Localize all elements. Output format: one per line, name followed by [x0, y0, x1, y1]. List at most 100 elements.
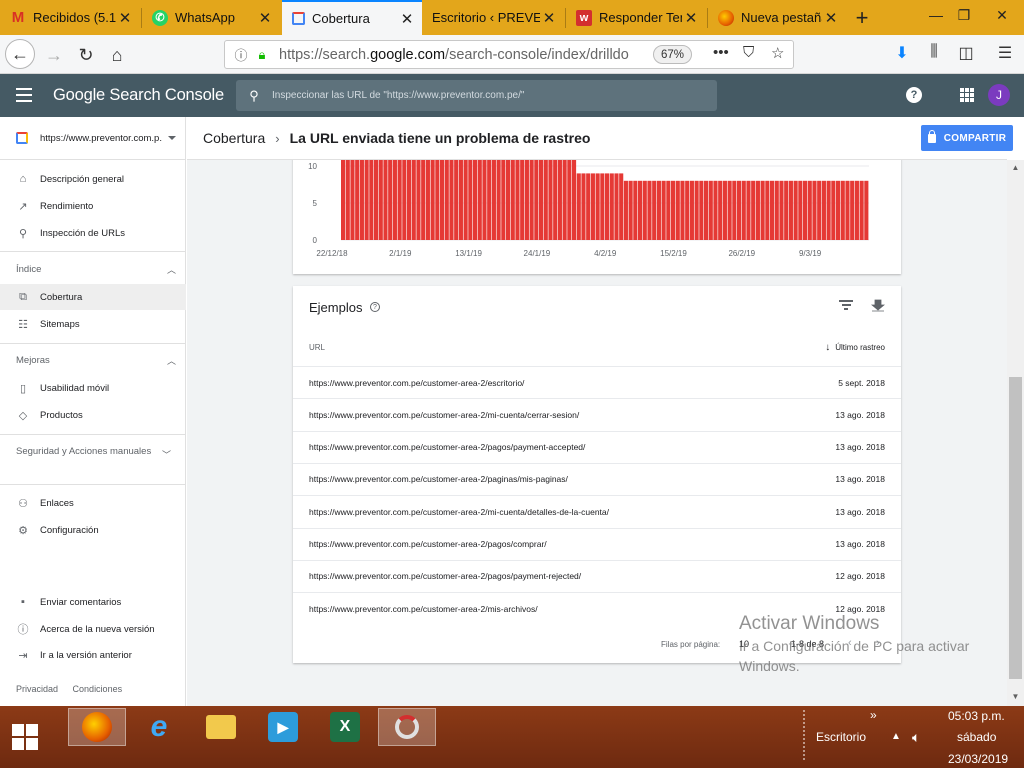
sidebar-item-coverage[interactable]: ⧉ Cobertura	[0, 284, 186, 310]
tray-up-icon[interactable]: ▲	[891, 731, 901, 742]
row-url[interactable]: https://www.preventor.com.pe/customer-ar…	[309, 539, 835, 549]
sidebar-item-mobile-usability[interactable]: ▯ Usabilidad móvil	[0, 375, 186, 401]
avatar[interactable]: J	[988, 84, 1010, 106]
sidebar-icon[interactable]: ◫	[954, 43, 978, 63]
scroll-up-icon[interactable]: ▲	[1010, 163, 1021, 172]
tab-whatsapp[interactable]: ✆ WhatsApp ✕	[142, 0, 280, 35]
table-row[interactable]: https://www.preventor.com.pe/customer-ar…	[293, 495, 901, 527]
sidebar-item-feedback[interactable]: ▪ Enviar comentarios	[0, 589, 186, 615]
sidebar-item-products[interactable]: ◇ Productos	[0, 402, 186, 428]
scrollbar-thumb[interactable]	[1009, 377, 1022, 679]
back-button[interactable]: ←	[5, 39, 35, 69]
tab-gmail[interactable]: M Recibidos (5.19 ✕	[0, 0, 140, 35]
table-row[interactable]: https://www.preventor.com.pe/customer-ar…	[293, 430, 901, 463]
sidebar-item-sitemaps[interactable]: ☷ Sitemaps	[0, 311, 186, 337]
property-selector[interactable]: https://www.preventor.com.p...	[0, 117, 186, 160]
table-row[interactable]: https://www.preventor.com.pe/customer-ar…	[293, 366, 901, 398]
pocket-icon[interactable]: ⛉	[743, 44, 754, 61]
table-row[interactable]: https://www.preventor.com.pe/customer-ar…	[293, 559, 901, 592]
download-icon[interactable]	[871, 298, 885, 312]
breadcrumb-parent[interactable]: Cobertura	[203, 130, 265, 146]
row-url[interactable]: https://www.preventor.com.pe/customer-ar…	[309, 474, 835, 484]
table-row[interactable]: https://www.preventor.com.pe/customer-ar…	[293, 462, 901, 495]
share-button[interactable]: COMPARTIR	[921, 125, 1013, 151]
sidebar-item-settings[interactable]: ⚙ Configuración	[0, 517, 186, 543]
privacy-link[interactable]: Privacidad	[16, 684, 58, 694]
filter-icon[interactable]	[839, 300, 853, 312]
desktop-toolbar-label[interactable]: Escritorio	[816, 730, 866, 744]
sidebar-item-about[interactable]: ⓘ Acerca de la nueva versión	[0, 616, 186, 642]
clock-date[interactable]: 23/03/2019	[948, 752, 1008, 766]
url-bar[interactable]: ⓘ 🔒︎ https://search.google.com/search-co…	[224, 40, 794, 69]
table-row[interactable]: https://www.preventor.com.pe/customer-ar…	[293, 527, 901, 560]
reload-button[interactable]: ↻	[72, 41, 100, 69]
help-icon[interactable]: ?	[906, 87, 922, 103]
app-logo[interactable]: Google Search Console	[53, 86, 224, 105]
more-icon[interactable]: •••	[713, 44, 729, 61]
close-window-button[interactable]: ✕	[984, 0, 1020, 30]
row-url[interactable]: https://www.preventor.com.pe/customer-ar…	[309, 378, 838, 388]
taskbar-excel[interactable]: X	[316, 708, 374, 746]
close-icon[interactable]: ✕	[116, 9, 134, 27]
close-icon[interactable]: ✕	[822, 9, 840, 27]
chart-bar	[760, 180, 765, 240]
home-button[interactable]: ⌂	[103, 41, 131, 69]
zoom-indicator[interactable]: 67%	[653, 45, 693, 64]
taskbar-firefox[interactable]	[68, 708, 126, 746]
chevron-down-icon[interactable]: ﹀	[162, 448, 171, 461]
row-url[interactable]: https://www.preventor.com.pe/customer-ar…	[309, 571, 835, 581]
volume-icon[interactable]: 🔈︎	[912, 729, 920, 746]
clock-time[interactable]: 05:03 p.m.	[948, 709, 1005, 723]
taskbar-media[interactable]: ▶	[254, 708, 312, 746]
info-icon[interactable]: ⓘ	[229, 45, 253, 64]
table-row[interactable]: https://www.preventor.com.pe/customer-ar…	[293, 398, 901, 430]
search-input[interactable]	[272, 90, 692, 101]
tab-nueva[interactable]: Nueva pestaña ✕	[708, 0, 846, 35]
windows-start-icon[interactable]	[12, 724, 38, 750]
url-inspect-search[interactable]: ⚲	[236, 80, 717, 111]
tab-label: Cobertura	[312, 11, 370, 26]
maximize-button[interactable]: ❐	[946, 0, 982, 30]
taskbar-explorer[interactable]	[192, 708, 250, 746]
close-icon[interactable]: ✕	[540, 9, 558, 27]
scroll-down-icon[interactable]: ▼	[1010, 692, 1021, 701]
sidebar-item-links[interactable]: ⚇ Enlaces	[0, 490, 186, 516]
sidebar-item-old-version[interactable]: ⇥ Ir a la versión anterior	[0, 642, 186, 668]
clock-day[interactable]: sábado	[957, 730, 996, 744]
column-header-last-crawl[interactable]: ↓ Último rastreo	[825, 342, 885, 353]
terms-link[interactable]: Condiciones	[73, 684, 123, 694]
tab-escritorio[interactable]: Escritorio ‹ PREVEN ✕	[424, 0, 564, 35]
row-last-crawl: 12 ago. 2018	[835, 571, 885, 582]
chevron-right-icon[interactable]: »	[870, 708, 877, 722]
new-tab-button[interactable]: +	[850, 0, 874, 35]
menu-icon[interactable]: ☰	[993, 43, 1017, 63]
row-url[interactable]: https://www.preventor.com.pe/customer-ar…	[309, 410, 835, 420]
section-mejoras[interactable]: Mejoras ︿	[16, 354, 176, 368]
chart-bar	[534, 158, 539, 240]
help-icon[interactable]: ?	[370, 302, 380, 312]
bookmark-star-icon[interactable]: ☆	[771, 44, 784, 62]
taskbar-ie[interactable]: e	[130, 708, 188, 746]
close-icon[interactable]: ✕	[256, 9, 274, 27]
sidebar-item-url-inspection[interactable]: ⚲ Inspección de URLs	[0, 220, 186, 246]
chart-bar	[722, 180, 727, 240]
url-text[interactable]: https://search.google.com/search-console…	[279, 47, 639, 63]
sidebar-item-performance[interactable]: ↗ Rendimiento	[0, 193, 186, 219]
tab-cobertura[interactable]: Cobertura ✕	[282, 0, 422, 35]
tab-responder[interactable]: w Responder Ten ✕	[566, 0, 706, 35]
close-icon[interactable]: ✕	[682, 9, 700, 27]
sidebar-item-overview[interactable]: ⌂ Descripción general	[0, 166, 186, 192]
hamburger-menu-icon[interactable]	[16, 88, 32, 102]
column-header-url[interactable]: URL	[309, 343, 325, 352]
forward-button[interactable]: →	[40, 41, 68, 69]
download-icon[interactable]: ⬇	[890, 43, 914, 63]
section-seguridad[interactable]: Seguridad y Acciones manuales	[16, 445, 156, 459]
chart-bar	[444, 158, 449, 240]
row-url[interactable]: https://www.preventor.com.pe/customer-ar…	[309, 442, 835, 452]
apps-grid-icon[interactable]	[960, 88, 974, 102]
row-url[interactable]: https://www.preventor.com.pe/customer-ar…	[309, 507, 835, 517]
library-icon[interactable]: ⫼	[922, 43, 946, 61]
close-icon[interactable]: ✕	[398, 10, 416, 28]
taskbar-app-other[interactable]	[378, 708, 436, 746]
section-indice[interactable]: Índice ︿	[16, 263, 176, 277]
